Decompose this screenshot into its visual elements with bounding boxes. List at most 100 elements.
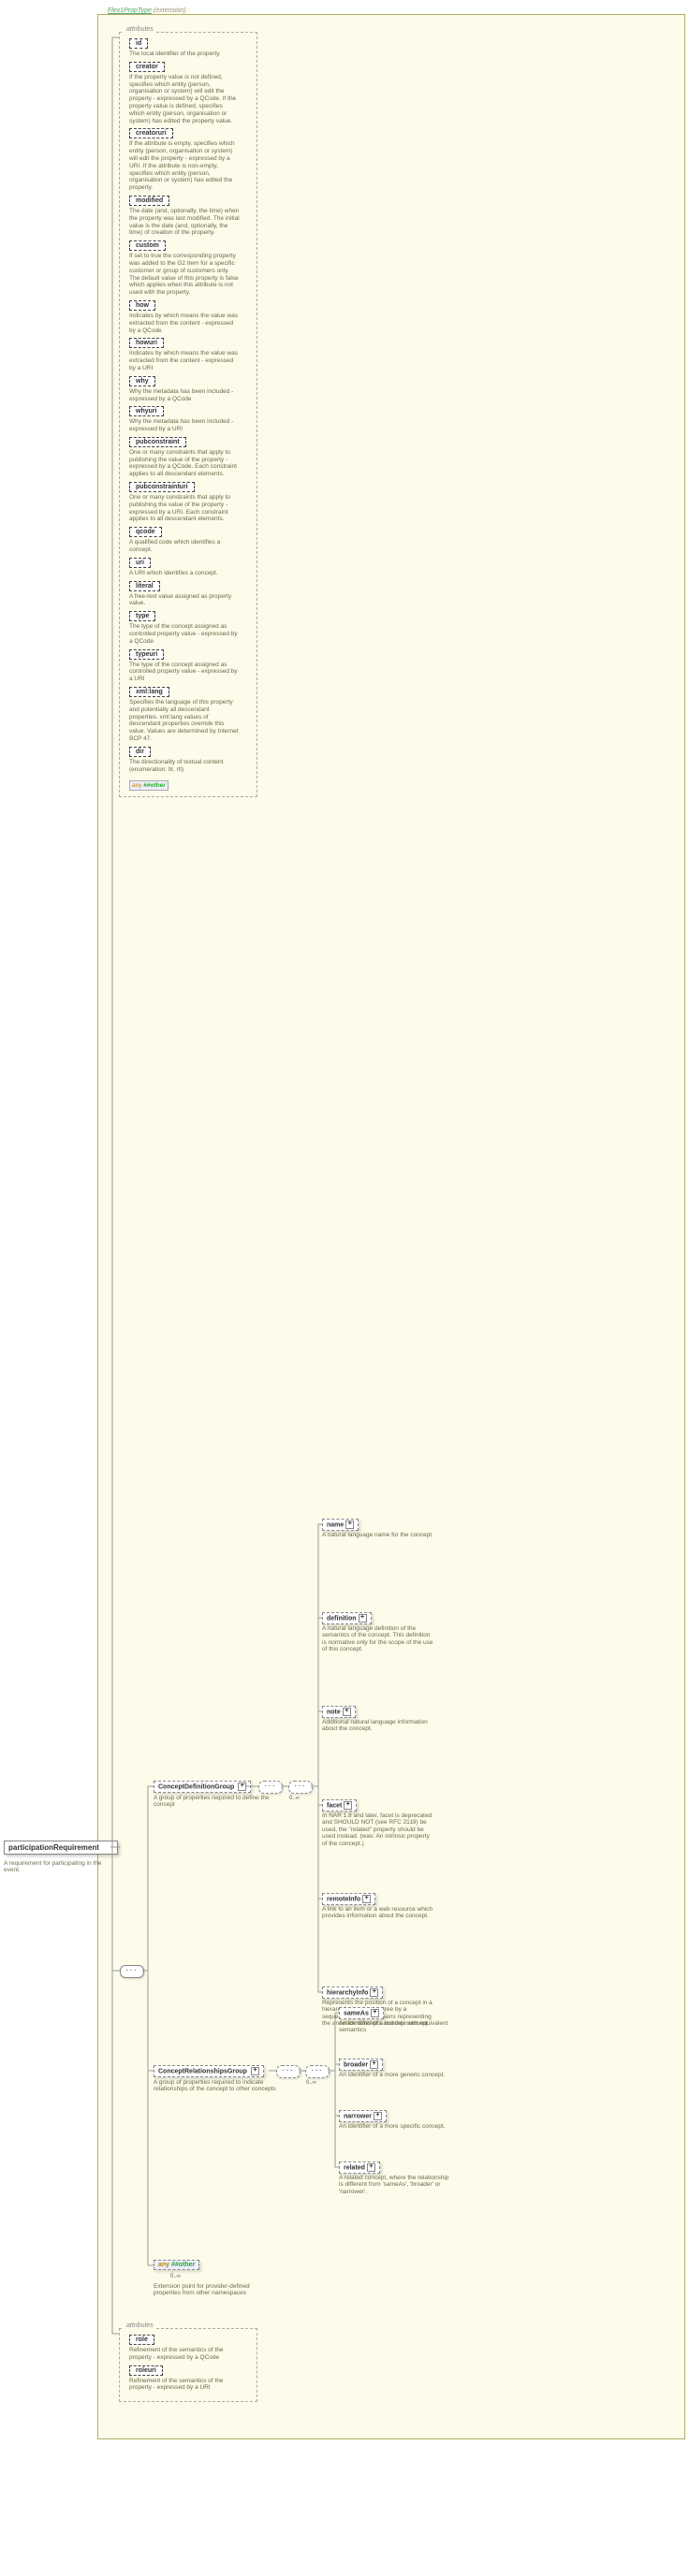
diagram-canvas: Flex1PropType (extension) participationR… — [0, 0, 689, 2576]
expand-icon[interactable]: + — [359, 1614, 367, 1623]
attribute-desc: One or many constraints that apply to pu… — [129, 449, 240, 478]
occurrence: 0..∞ — [289, 1796, 300, 1801]
attribute-pubconstrainturi[interactable]: pubconstrainturi One or many constraints … — [129, 482, 255, 523]
expand-icon[interactable]: + — [343, 1708, 351, 1716]
attribute-name: id — [129, 38, 148, 49]
element-definition[interactable]: definition+ — [322, 1612, 372, 1624]
expand-icon[interactable]: + — [367, 2163, 375, 2172]
attribute-desc: Why the metadata has been included - exp… — [129, 388, 240, 403]
element-note[interactable]: note+ — [322, 1706, 356, 1718]
occurrence: 0..∞ — [170, 2274, 181, 2279]
attribute-howuri[interactable]: howuri Indicates by which means the value… — [129, 338, 255, 371]
sequence-compositor — [276, 2065, 301, 2078]
expand-icon[interactable]: + — [238, 1783, 246, 1791]
attribute-name: typeuri — [129, 649, 164, 660]
attribute-creatoruri[interactable]: creatoruri If the attribute is empty, spe… — [129, 128, 255, 192]
expand-icon[interactable]: + — [251, 2067, 259, 2075]
attribute-why[interactable]: whyWhy the metadata has been included - … — [129, 376, 255, 403]
attribute-xml-lang[interactable]: xml:lang Specifies the language of this p… — [129, 687, 255, 743]
attribute-qcode[interactable]: qcode A qualified code which identifies a… — [129, 527, 255, 554]
attribute-name: pubconstrainturi — [129, 482, 195, 492]
attribute-desc: If the property value is not defined, sp… — [129, 74, 240, 125]
sequence-compositor — [258, 1781, 283, 1794]
attribute-desc: The directionality of textual content (e… — [129, 759, 240, 774]
attribute-desc: Indicates by which means the value was e… — [129, 313, 240, 334]
element-desc: An identifier of a concept with equivale… — [339, 2020, 451, 2034]
attribute-name: custom — [129, 240, 166, 251]
concept-relationships-group-desc: A group of properties required to indica… — [154, 2079, 294, 2093]
element-related[interactable]: related+ — [339, 2161, 380, 2174]
extension-type-link[interactable]: Flex1PropType — [108, 7, 152, 14]
attribute-name: literal — [129, 581, 160, 591]
expand-icon[interactable]: + — [362, 1895, 371, 1903]
attribute-typeuri[interactable]: typeuri The type of the concept assigned … — [129, 649, 255, 683]
attributes-header: attributes — [124, 26, 156, 33]
attribute-name: howuri — [129, 338, 164, 348]
attribute-desc: The local identifier of the property. — [129, 51, 240, 58]
concept-definition-group[interactable]: ConceptDefinitionGroup + — [154, 1781, 251, 1793]
attribute-literal[interactable]: literalA free-text value assigned as pro… — [129, 581, 255, 608]
extension-header: Flex1PropType (extension) — [104, 7, 190, 14]
expand-icon[interactable]: + — [371, 2009, 379, 2017]
root-element[interactable]: participationRequirement — [4, 1841, 118, 1855]
concept-relationships-group[interactable]: ConceptRelationshipsGroup + — [154, 2065, 264, 2077]
attribute-roleuri[interactable]: roleuriRefinement of the semantics of th… — [129, 2365, 255, 2393]
attributes-header: attributes — [124, 2322, 156, 2329]
attribute-role[interactable]: roleRefinement of the semantics of the p… — [129, 2335, 255, 2362]
attribute-type[interactable]: typeThe type of the concept assigned as … — [129, 611, 255, 645]
expand-icon[interactable]: + — [344, 1801, 352, 1810]
attribute-modified[interactable]: modified The date (and, optionally, the t… — [129, 196, 255, 237]
sequence-compositor-main — [120, 1965, 144, 1978]
attribute-desc: A URI which identifies a concept. — [129, 570, 240, 577]
attribute-name: dir — [129, 747, 151, 757]
element-desc: A related concept, where the relationshi… — [339, 2175, 451, 2195]
concept-definition-group-desc: A group of properties required to define… — [154, 1795, 275, 1809]
element-hierarchyinfo[interactable]: hierarchyInfo+ — [322, 1987, 383, 1999]
expand-icon[interactable]: + — [370, 1988, 378, 1997]
attribute-name: role — [129, 2335, 154, 2345]
attribute-creator[interactable]: creator If the property value is not defi… — [129, 62, 255, 125]
attribute-name: whyuri — [129, 406, 164, 416]
attribute-name: xml:lang — [129, 687, 169, 697]
attribute-name: modified — [129, 196, 169, 206]
element-narrower[interactable]: narrower+ — [339, 2110, 387, 2122]
attribute-desc: If set to true the corresponding propert… — [129, 253, 240, 297]
expand-icon[interactable]: + — [374, 2112, 382, 2120]
attribute-name: type — [129, 611, 155, 621]
attribute-desc: A qualified code which identifies a conc… — [129, 539, 240, 554]
attribute-how[interactable]: howIndicates by which means the value wa… — [129, 300, 255, 334]
expand-icon[interactable]: + — [370, 2060, 378, 2069]
attribute-uri[interactable]: uriA URI which identifies a concept. — [129, 558, 255, 577]
attribute-name: creatoruri — [129, 128, 173, 138]
element-desc: An identifier of a more specific concept… — [339, 2123, 451, 2130]
sequence-compositor-inner — [305, 2065, 330, 2078]
element-facet[interactable]: facet+ — [322, 1799, 357, 1812]
attribute-desc: If the attribute is empty, specifies whi… — [129, 140, 240, 192]
attribute-desc: The type of the concept assigned as cont… — [129, 662, 240, 683]
element-desc: In NAR 1.8 and later, facet is deprecate… — [322, 1812, 434, 1847]
element-name[interactable]: name+ — [322, 1519, 359, 1531]
attribute-name: qcode — [129, 527, 162, 537]
expand-icon[interactable]: + — [345, 1521, 354, 1529]
attribute-name: roleuri — [129, 2365, 163, 2376]
element-desc: Additional natural language information … — [322, 1719, 434, 1733]
attribute-pubconstraint[interactable]: pubconstraint One or many constraints tha… — [129, 437, 255, 478]
attribute-desc: Indicates by which means the value was e… — [129, 350, 240, 371]
attribute-name: creator — [129, 62, 165, 72]
attribute-name: pubconstraint — [129, 437, 186, 447]
any-attribute[interactable]: any ##other — [129, 780, 169, 791]
attribute-custom[interactable]: custom If set to true the corresponding p… — [129, 240, 255, 297]
attribute-dir[interactable]: dir The directionality of textual content… — [129, 747, 255, 774]
attribute-whyuri[interactable]: whyuriWhy the metadata has been included… — [129, 406, 255, 433]
element-sameas[interactable]: sameAs+ — [339, 2007, 384, 2019]
attribute-id[interactable]: id The local identifier of the property. — [129, 38, 255, 58]
attribute-desc: Specifies the language of this property … — [129, 699, 240, 743]
attributes-group-1: attributes idThe local identifier of the… — [119, 32, 257, 797]
attribute-desc: One or many constraints that apply to pu… — [129, 494, 240, 523]
element-broader[interactable]: broader+ — [339, 2059, 383, 2071]
attribute-desc: The date (and, optionally, the time) whe… — [129, 208, 240, 237]
element-remoteinfo[interactable]: remoteInfo+ — [322, 1893, 375, 1905]
attributes-group-2: attributes roleRefinement of the semanti… — [119, 2328, 257, 2402]
element-desc: A natural language name for the concept. — [322, 1532, 434, 1538]
any-element[interactable]: any ##other — [154, 2260, 199, 2270]
